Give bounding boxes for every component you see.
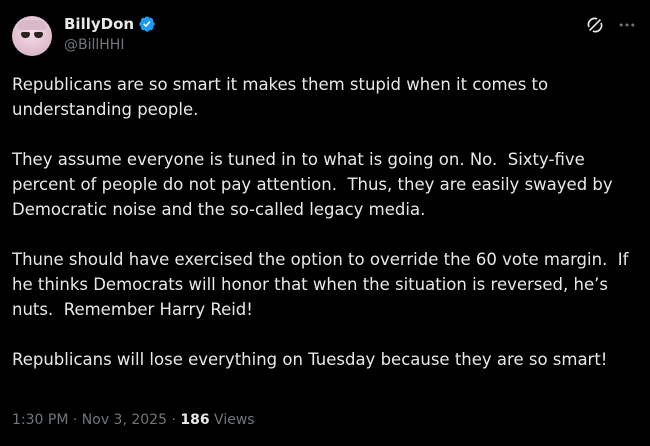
avatar-cap xyxy=(18,20,46,30)
meta-separator: · xyxy=(167,412,181,428)
tweet-text: Republicans are so smart it makes them s… xyxy=(12,72,638,397)
views-count[interactable]: 186 xyxy=(180,412,209,428)
tweet-paragraph: Thune should have exercised the option t… xyxy=(12,250,634,319)
more-options-icon[interactable] xyxy=(616,14,638,36)
meta-separator: · xyxy=(68,412,82,428)
tweet-actions xyxy=(584,12,638,36)
author-info: BillyDon @BillHHI xyxy=(64,12,156,55)
tweet-paragraph: Republicans are so smart it makes them s… xyxy=(12,75,554,119)
tweet-header: BillyDon @BillHHI xyxy=(12,12,638,60)
tweet-paragraph: Republicans will lose everything on Tues… xyxy=(12,350,608,369)
grok-icon[interactable] xyxy=(584,14,606,36)
tweet-metadata: 1:30 PM · Nov 3, 2025 · 186 Views xyxy=(12,410,255,430)
tweet-time[interactable]: 1:30 PM xyxy=(12,412,68,428)
tweet-detail: BillyDon @BillHHI Republicans are so sma… xyxy=(0,0,650,446)
views-label: Views xyxy=(209,412,255,428)
verified-badge-icon[interactable] xyxy=(138,15,156,33)
avatar-sunglasses xyxy=(21,32,43,38)
name-row: BillyDon xyxy=(64,14,156,34)
tweet-paragraph: They assume everyone is tuned in to what… xyxy=(12,150,618,219)
author-handle[interactable]: @BillHHI xyxy=(64,35,156,55)
avatar[interactable] xyxy=(12,16,52,56)
tweet-date[interactable]: Nov 3, 2025 xyxy=(82,412,167,428)
display-name[interactable]: BillyDon xyxy=(64,14,134,34)
